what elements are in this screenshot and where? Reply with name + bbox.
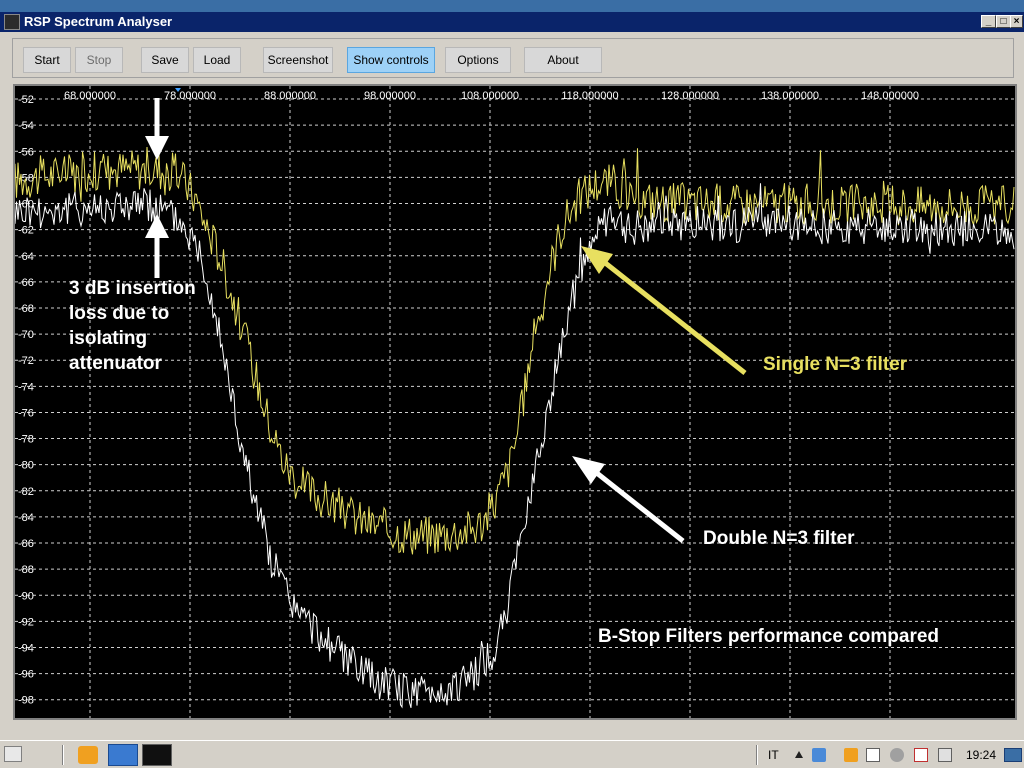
double-filter-arrow-shaft <box>591 468 685 543</box>
y-tick-label: -76 <box>18 407 34 419</box>
file-explorer-icon[interactable] <box>108 744 138 766</box>
x-tick-label: 68.000000 <box>64 90 116 102</box>
y-tick-label: -80 <box>18 460 34 472</box>
about-button[interactable]: About <box>524 47 602 73</box>
save-button[interactable]: Save <box>141 47 189 73</box>
y-tick-label: -82 <box>18 486 34 498</box>
y-tick-label: -90 <box>18 590 34 602</box>
single-filter-label: Single N=3 filter <box>763 354 908 375</box>
volume-icon[interactable] <box>890 748 904 762</box>
comparison-title: B-Stop Filters performance compared <box>598 626 940 647</box>
minimize-button[interactable]: _ <box>981 15 996 28</box>
stop-button[interactable]: Stop <box>75 47 123 73</box>
x-tick-label: 108.000000 <box>461 90 519 102</box>
y-tick-label: -68 <box>18 303 34 315</box>
action-center-icon[interactable] <box>914 748 928 762</box>
x-tick-label: 118.000000 <box>561 90 618 102</box>
x-tick-label: 148.000000 <box>861 90 919 102</box>
device-icon[interactable] <box>866 748 880 762</box>
x-tick-label: 128.000000 <box>661 90 719 102</box>
spectrum-analyser-task-icon[interactable] <box>142 744 172 766</box>
y-tick-label: -66 <box>18 277 34 289</box>
start-menu-icon[interactable] <box>4 746 22 762</box>
y-tick-label: -86 <box>18 538 34 550</box>
y-tick-label: -64 <box>18 251 34 263</box>
y-tick-label: -62 <box>18 225 34 237</box>
insertion-loss-annotation: 3 dB insertion loss due to isolating att… <box>69 276 196 376</box>
y-tick-label: -70 <box>18 329 34 341</box>
window-title-bar[interactable]: RSP Spectrum Analyser _ □ × <box>0 12 1024 32</box>
y-tick-label: -92 <box>18 616 34 628</box>
show-desktop-icon[interactable] <box>1004 748 1022 762</box>
insertion-loss-line-1: 3 dB insertion <box>69 278 196 299</box>
network-icon[interactable] <box>812 748 826 762</box>
single-filter-arrow-shaft <box>597 256 747 375</box>
double-filter-label: Double N=3 filter <box>703 528 855 549</box>
insertion-loss-line-4: attenuator <box>69 353 162 374</box>
taskbar: IT 19:24 <box>0 740 1024 768</box>
toolbar: Start Stop Save Load Screenshot Show con… <box>12 38 1014 78</box>
insertion-arrow-down-head <box>145 136 169 160</box>
show-controls-button[interactable]: Show controls <box>347 47 435 73</box>
x-tick-label: 78.000000 <box>164 90 216 102</box>
double-filter-arrow-head <box>572 456 605 484</box>
settings-icon[interactable] <box>938 748 952 762</box>
tray-separator <box>756 745 758 765</box>
y-tick-label: -72 <box>18 355 34 367</box>
y-tick-label: -98 <box>18 695 34 707</box>
media-player-icon[interactable] <box>78 746 98 764</box>
options-button[interactable]: Options <box>445 47 511 73</box>
screenshot-button[interactable]: Screenshot <box>263 47 333 73</box>
taskbar-separator <box>62 745 64 765</box>
y-tick-label: -88 <box>18 564 34 576</box>
close-button[interactable]: × <box>1010 15 1023 28</box>
insertion-loss-line-3: isolating <box>69 328 148 349</box>
load-button[interactable]: Load <box>193 47 241 73</box>
desktop-top-strip <box>0 0 1024 12</box>
y-tick-label: -96 <box>18 669 34 681</box>
maximize-button[interactable]: □ <box>996 15 1011 28</box>
y-tick-label: -78 <box>18 434 34 446</box>
app-icon <box>4 14 20 30</box>
start-button[interactable]: Start <box>23 47 71 73</box>
window-title: RSP Spectrum Analyser <box>24 14 173 29</box>
insertion-loss-line-2: loss due to <box>69 303 170 324</box>
update-icon[interactable] <box>844 748 858 762</box>
y-tick-label: -56 <box>18 146 34 158</box>
x-tick-label: 98.000000 <box>364 90 416 102</box>
x-tick-label: 88.000000 <box>264 90 316 102</box>
x-axis-tick-labels: 68.000000 78.000000 88.000000 98.000000 108.… <box>64 90 919 102</box>
language-indicator[interactable]: IT <box>768 748 779 762</box>
y-tick-label: -94 <box>18 642 34 654</box>
y-tick-label: -54 <box>18 120 34 132</box>
y-tick-label: -74 <box>18 381 34 393</box>
y-tick-label: -52 <box>18 94 34 106</box>
y-tick-label: -84 <box>18 512 34 524</box>
x-tick-label: 138.000000 <box>761 90 819 102</box>
show-hidden-icons-icon[interactable] <box>795 751 803 758</box>
taskbar-clock[interactable]: 19:24 <box>966 748 996 762</box>
